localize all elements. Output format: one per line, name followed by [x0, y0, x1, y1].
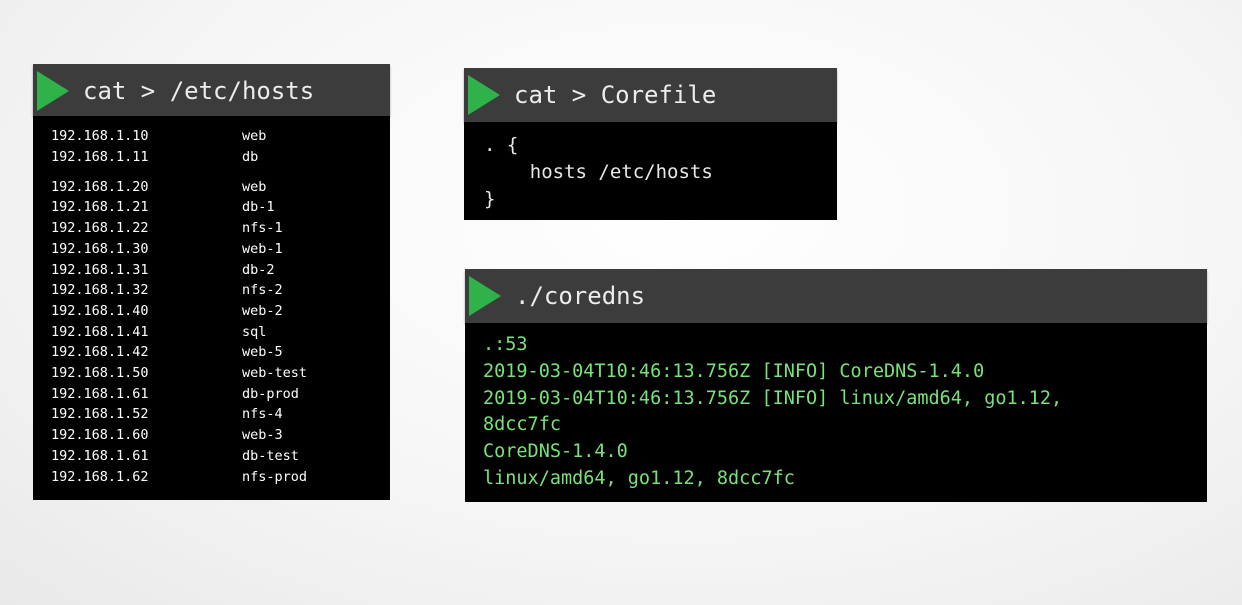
hosts-entry-row: 192.168.1.32 nfs-2	[33, 280, 390, 300]
host-ip: 192.168.1.42	[51, 344, 149, 361]
hosts-entry-row: 192.168.1.30 web-1	[33, 239, 390, 259]
hosts-entry-row: 192.168.1.20 web	[33, 177, 390, 197]
play-icon[interactable]	[469, 276, 501, 316]
host-ip: 192.168.1.61	[51, 385, 149, 402]
coredns-panel-header: ./coredns	[465, 269, 1207, 323]
host-ip: 192.168.1.10	[51, 128, 149, 144]
hosts-entry-row: 192.168.1.31 db-2	[33, 260, 390, 280]
hosts-entry-row: 192.168.1.62 nfs-prod	[33, 467, 390, 487]
host-ip: 192.168.1.20	[51, 178, 149, 195]
host-name: nfs-4	[242, 406, 283, 423]
hosts-entry-row: 192.168.1.10 web	[33, 126, 390, 146]
host-name: db-1	[242, 199, 275, 216]
corefile-line: }	[484, 188, 496, 210]
hosts-command-text: cat > /etc/hosts	[83, 77, 315, 105]
coredns-output-line: 8dcc7fc	[483, 414, 561, 435]
play-icon[interactable]	[37, 71, 69, 111]
hosts-command: cat > /etc/hosts	[83, 64, 314, 118]
host-name: web-3	[242, 427, 283, 444]
host-ip: 192.168.1.41	[51, 323, 149, 340]
hosts-panel-header: cat > /etc/hosts	[33, 64, 390, 116]
host-name: db	[242, 148, 259, 165]
host-name: sql	[242, 323, 267, 340]
hosts-entry-row: 192.168.1.40 web-2	[33, 301, 390, 321]
host-ip: 192.168.1.60	[51, 427, 149, 444]
coredns-terminal-panel: ./coredns .:53 2019-03-04T10:46:13.756Z …	[465, 269, 1207, 502]
host-name: db-prod	[242, 385, 299, 402]
host-ip: 192.168.1.61	[51, 447, 149, 464]
host-name: web-2	[242, 302, 283, 319]
hosts-entry-row: 192.168.1.52 nfs-4	[33, 404, 390, 424]
host-name: web-1	[242, 240, 283, 257]
hosts-terminal-panel: cat > /etc/hosts 192.168.1.10 web 192.168.…	[33, 64, 390, 500]
host-name: db-2	[242, 261, 275, 278]
host-ip: 192.168.1.31	[51, 261, 149, 278]
corefile-content: . { hosts /etc/hosts }	[464, 122, 837, 220]
host-ip: 192.168.1.11	[51, 148, 149, 165]
host-name: db-test	[242, 447, 299, 464]
coredns-command: ./coredns	[515, 282, 646, 310]
coredns-output-line: 2019-03-04T10:46:13.756Z [INFO] linux/am…	[483, 388, 1063, 409]
corefile-terminal-panel: cat > Corefile . { hosts /etc/hosts }	[464, 68, 837, 220]
host-ip: 192.168.1.40	[51, 302, 149, 319]
play-icon[interactable]	[468, 75, 500, 115]
coredns-output-line: .:53	[483, 334, 528, 355]
hosts-entry-row: 192.168.1.61 db-test	[33, 446, 390, 466]
hosts-entry-row: 192.168.1.21 db-1	[33, 197, 390, 217]
host-name: nfs-prod	[242, 468, 308, 485]
hosts-entry-row: 192.168.1.61 db-prod	[33, 384, 390, 404]
host-name: nfs-1	[242, 220, 283, 237]
coredns-output: .:53 2019-03-04T10:46:13.756Z [INFO] Cor…	[465, 322, 1207, 502]
host-ip: 192.168.1.21	[51, 199, 149, 216]
host-ip: 192.168.1.22	[51, 220, 149, 237]
host-ip: 192.168.1.62	[51, 468, 149, 485]
host-ip: 192.168.1.52	[51, 406, 149, 423]
host-name: web	[242, 178, 267, 195]
hosts-entry-row: 192.168.1.60 web-3	[33, 425, 390, 445]
hosts-entry-row: 192.168.1.42 web-5	[33, 342, 390, 362]
corefile-panel-header: cat > Corefile	[464, 68, 837, 122]
host-name: web-5	[242, 344, 283, 361]
host-ip: 192.168.1.32	[51, 282, 149, 299]
corefile-line: hosts /etc/hosts	[484, 161, 713, 183]
corefile-line: . {	[484, 134, 519, 156]
host-ip: 192.168.1.50	[51, 365, 149, 381]
host-name: nfs-2	[242, 282, 283, 299]
corefile-command: cat > Corefile	[514, 81, 717, 109]
hosts-entry-row: 192.168.1.11 db	[33, 147, 390, 167]
coredns-output-line: CoreDNS-1.4.0	[483, 441, 628, 462]
hosts-entry-row: 192.168.1.41 sql	[33, 322, 390, 342]
host-name: web	[242, 128, 267, 144]
host-ip: 192.168.1.30	[51, 240, 149, 257]
coredns-output-line: 2019-03-04T10:46:13.756Z [INFO] CoreDNS-…	[483, 361, 985, 382]
hosts-file-content: 192.168.1.10 web 192.168.1.11 db 192.168.1.2…	[33, 116, 390, 500]
hosts-entry-row: 192.168.1.22 nfs-1	[33, 218, 390, 238]
host-name: web-test	[242, 365, 308, 381]
hosts-entry-row: 192.168.1.50 web-test	[33, 363, 390, 383]
coredns-output-line: linux/amd64, go1.12, 8dcc7fc	[483, 468, 795, 489]
